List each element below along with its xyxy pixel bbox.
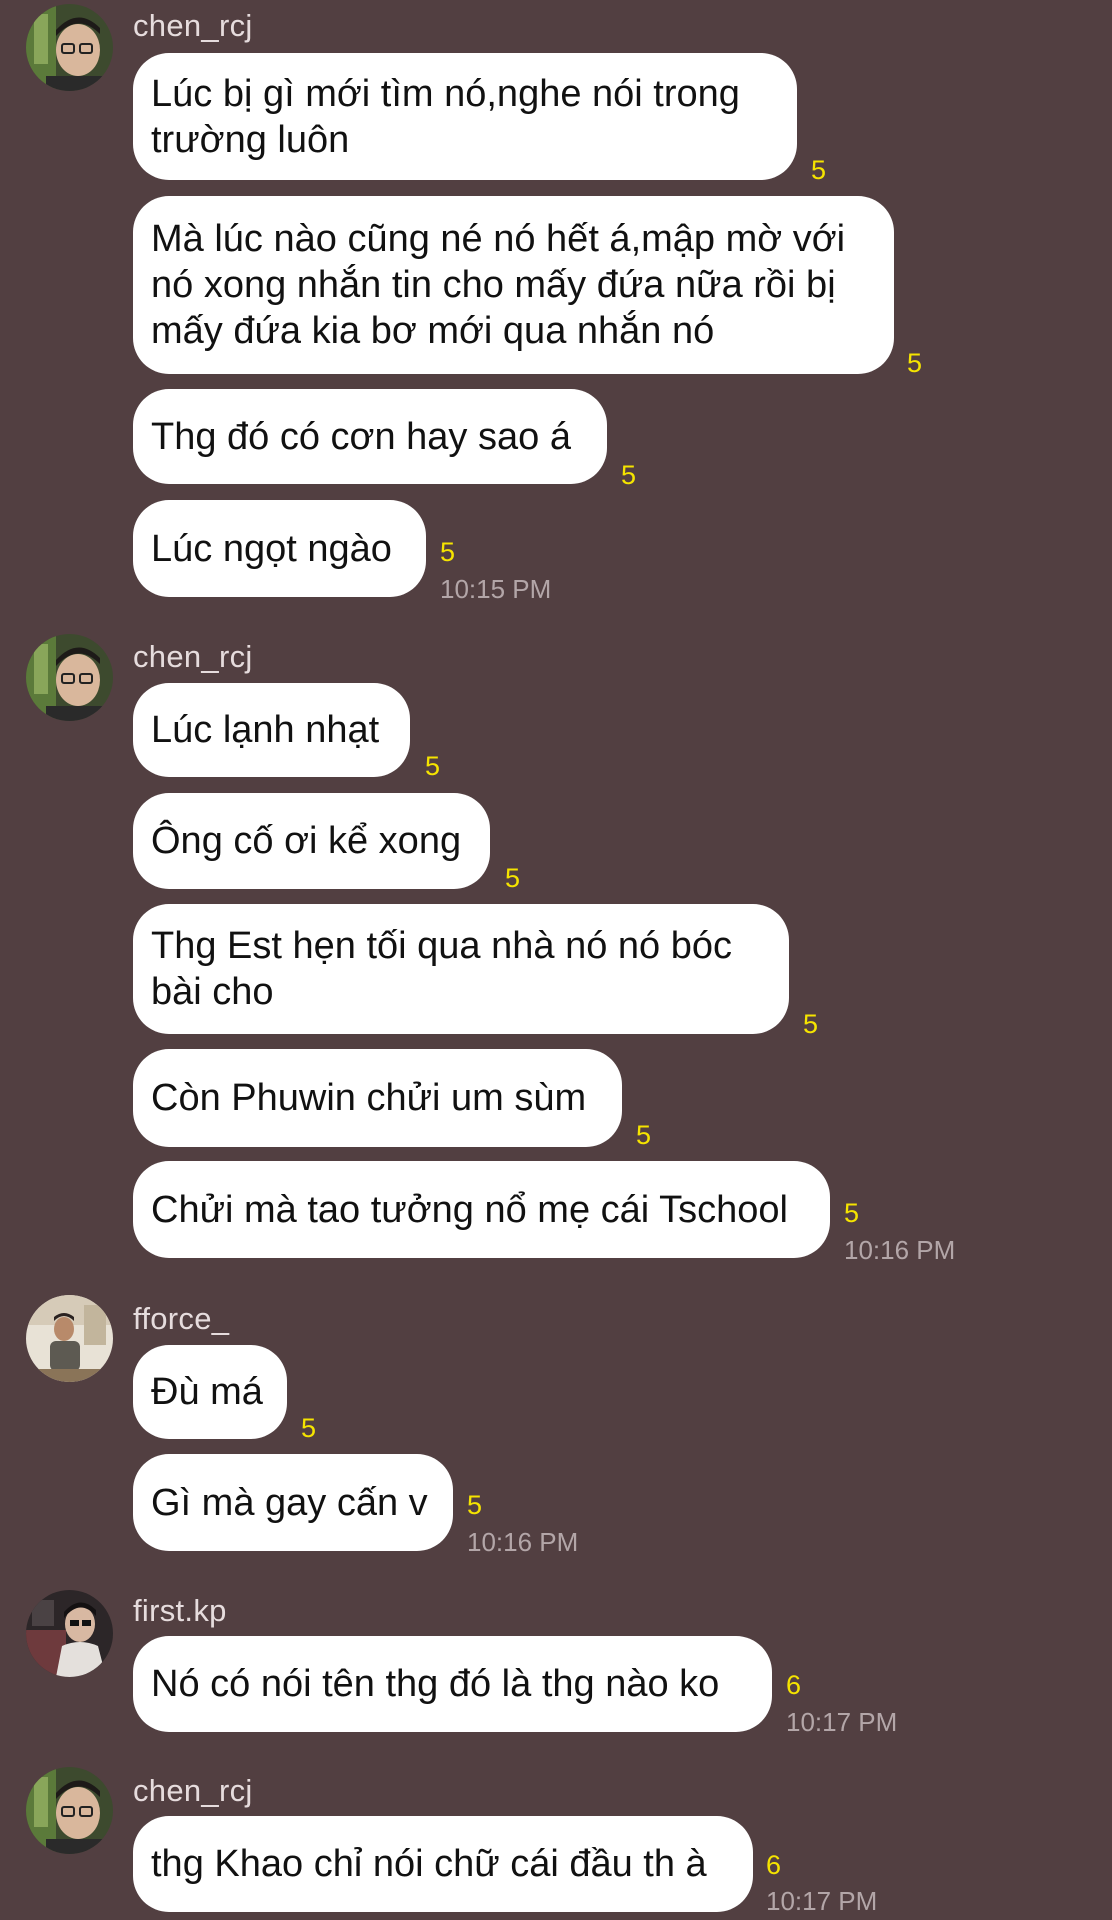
message-bubble[interactable]: Còn Phuwin chửi um sùm xyxy=(133,1049,622,1147)
message-bubble[interactable]: Lúc ngọt ngào xyxy=(133,500,426,597)
avatar-chen-rcj-icon xyxy=(26,4,113,91)
sender-name: first.kp xyxy=(133,1593,227,1628)
message-text: Nó có nói tên thg đó là thg nào ko xyxy=(151,1663,720,1705)
read-count: 5 xyxy=(907,348,923,378)
message-text: Thg Est hẹn tối qua nhà nó nó bóc xyxy=(151,925,732,967)
sender-name: chen_rcj xyxy=(133,8,253,43)
message-text: Thg đó có cơn hay sao á xyxy=(151,415,571,458)
read-count: 6 xyxy=(786,1670,802,1700)
read-count: 6 xyxy=(766,1850,782,1880)
read-count: 5 xyxy=(844,1198,860,1228)
timestamp: 10:17 PM xyxy=(766,1886,878,1916)
read-count: 5 xyxy=(636,1120,652,1150)
avatar-first-kp-icon xyxy=(26,1590,113,1677)
read-count: 5 xyxy=(803,1009,819,1039)
message-text: nó xong nhắn tin cho mấy đứa nữa rồi bị xyxy=(151,264,836,306)
message-text: Còn Phuwin chửi um sùm xyxy=(151,1077,587,1119)
message-bubble[interactable]: Gì mà gay cấn v xyxy=(133,1454,453,1551)
avatar[interactable] xyxy=(26,634,113,721)
message-text: bài cho xyxy=(151,971,274,1013)
read-count: 5 xyxy=(425,751,441,781)
read-count: 5 xyxy=(440,537,456,567)
message-bubble[interactable]: Thg Est hẹn tối qua nhà nó nó bóc bài ch… xyxy=(133,904,789,1034)
message-text: Đù má xyxy=(151,1371,263,1413)
read-count: 5 xyxy=(505,863,521,893)
avatar[interactable] xyxy=(26,1295,113,1382)
message-text: Lúc bị gì mới tìm nó,nghe nói trong xyxy=(151,72,740,115)
read-count: 5 xyxy=(467,1490,483,1520)
avatar-chen-rcj-icon xyxy=(26,1767,113,1854)
message-text: Gì mà gay cấn v xyxy=(151,1481,428,1524)
avatar-fforce-icon xyxy=(26,1295,113,1382)
sender-name: fforce_ xyxy=(133,1301,230,1336)
message-bubble[interactable]: Chửi mà tao tưởng nổ mẹ cái Tschool xyxy=(133,1161,830,1258)
message-bubble[interactable]: Lúc bị gì mới tìm nó,nghe nói trong trườ… xyxy=(133,53,797,180)
timestamp: 10:17 PM xyxy=(786,1707,898,1737)
avatar[interactable] xyxy=(26,4,113,91)
timestamp: 10:16 PM xyxy=(844,1235,956,1265)
message-text: Lúc ngọt ngào xyxy=(151,527,392,570)
message-text: Lúc lạnh nhạt xyxy=(151,709,380,751)
message-bubble[interactable]: thg Khao chỉ nói chữ cái đầu th à xyxy=(133,1816,753,1912)
timestamp: 10:16 PM xyxy=(467,1527,579,1557)
message-text: Mà lúc nào cũng né nó hết á,mập mờ với xyxy=(151,218,846,260)
message-bubble[interactable]: Đù má xyxy=(133,1345,287,1439)
avatar[interactable] xyxy=(26,1767,113,1854)
avatar[interactable] xyxy=(26,1590,113,1677)
message-text: Ông cố ơi kể xong xyxy=(151,820,462,862)
sender-name: chen_rcj xyxy=(133,639,253,674)
message-text: Chửi mà tao tưởng nổ mẹ cái Tschool xyxy=(151,1188,788,1231)
message-bubble[interactable]: Lúc lạnh nhạt xyxy=(133,683,410,777)
message-text: mấy đứa kia bơ mới qua nhắn nó xyxy=(151,310,715,352)
read-count: 5 xyxy=(811,155,827,185)
message-bubble[interactable]: Mà lúc nào cũng né nó hết á,mập mờ với n… xyxy=(133,196,894,374)
sender-name: chen_rcj xyxy=(133,1773,253,1808)
message-text: trường luôn xyxy=(151,118,350,161)
chat-thread: chen_rcj Lúc bị gì mới tìm nó,nghe nói t… xyxy=(0,0,1112,1920)
read-count: 5 xyxy=(621,460,637,490)
message-bubble[interactable]: Nó có nói tên thg đó là thg nào ko xyxy=(133,1636,772,1732)
avatar-chen-rcj-icon xyxy=(26,634,113,721)
message-text: thg Khao chỉ nói chữ cái đầu th à xyxy=(151,1843,707,1885)
timestamp: 10:15 PM xyxy=(440,574,552,604)
message-bubble[interactable]: Ông cố ơi kể xong xyxy=(133,793,490,889)
read-count: 5 xyxy=(301,1413,317,1443)
message-bubble[interactable]: Thg đó có cơn hay sao á xyxy=(133,389,607,484)
